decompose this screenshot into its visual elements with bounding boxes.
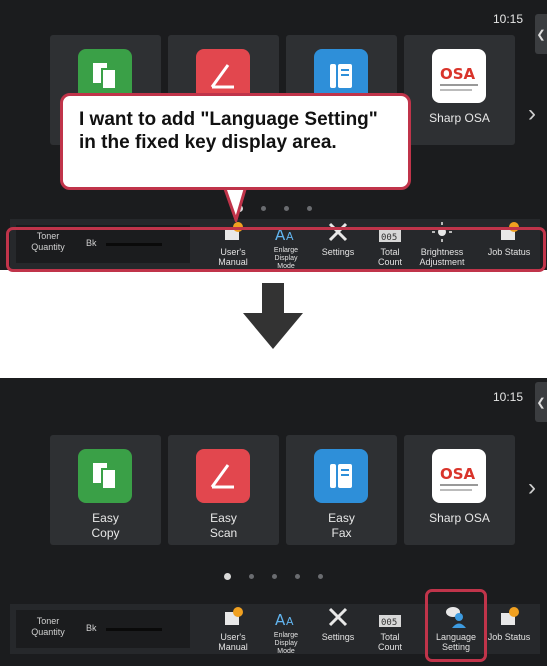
page-dot[interactable]	[260, 206, 266, 211]
tile-easy-copy[interactable]: Easy Copy	[50, 435, 161, 545]
key-label: Total Count	[377, 632, 403, 652]
page-dot[interactable]	[249, 574, 254, 579]
tile-label: Easy Scan	[209, 511, 238, 540]
total-count-key[interactable]: 005 Total Count	[365, 604, 415, 654]
toner-quantity: Toner Quantity Bk	[16, 610, 190, 648]
job-status-key[interactable]: Job Status	[484, 604, 534, 654]
enlarge-display-icon: AA	[261, 604, 311, 628]
fixed-key-area-highlight	[6, 227, 546, 272]
page-dot[interactable]	[318, 574, 323, 579]
tile-sharp-osa[interactable]: OSA Sharp OSA	[404, 35, 515, 145]
toner-level-bar	[106, 628, 162, 631]
callout-text: I want to add "Language Setting" in the …	[79, 109, 378, 153]
svg-text:OSA: OSA	[440, 65, 476, 83]
settings-icon	[313, 604, 363, 628]
svg-text:OSA: OSA	[440, 465, 476, 483]
fax-icon	[314, 449, 368, 503]
toner-color: Bk	[86, 623, 97, 633]
clock: 10:15	[492, 390, 523, 404]
svg-text:005: 005	[381, 618, 397, 628]
tile-easy-fax[interactable]: Easy Fax	[286, 435, 397, 545]
user-manual-key[interactable]: User's Manual	[208, 604, 258, 654]
page-dot[interactable]	[283, 206, 289, 211]
arrow-down-icon	[243, 283, 303, 349]
page-dots[interactable]	[0, 573, 547, 580]
clock: 10:15	[492, 12, 523, 26]
enlarge-display-key[interactable]: AA Enlarge Display Mode	[261, 604, 311, 655]
tile-sharp-osa[interactable]: OSA Sharp OSA	[404, 435, 515, 545]
key-label: Enlarge Display Mode	[273, 632, 299, 655]
key-label: Settings	[321, 632, 355, 642]
tile-label: Sharp OSA	[429, 111, 490, 125]
page-dot[interactable]	[224, 573, 231, 580]
chevron-right-icon[interactable]: ›	[528, 474, 536, 502]
tile-label: Sharp OSA	[429, 511, 490, 525]
osa-icon: OSA	[432, 449, 486, 503]
svg-text:A: A	[286, 615, 294, 628]
language-setting-highlight	[425, 589, 487, 662]
tile-label: Easy Fax	[328, 511, 355, 540]
counter-icon: 005	[365, 604, 415, 628]
chevron-right-icon[interactable]: ›	[528, 100, 536, 128]
tile-easy-scan[interactable]: Easy Scan	[168, 435, 279, 545]
osa-icon: OSA	[432, 49, 486, 103]
tile-label: Easy Copy	[91, 511, 120, 540]
page-dot[interactable]	[272, 574, 277, 579]
scan-icon	[196, 449, 250, 503]
key-label: User's Manual	[218, 632, 248, 652]
job-status-icon	[484, 604, 534, 628]
chevron-left-icon[interactable]: ❮	[535, 14, 547, 54]
key-label: Job Status	[487, 632, 531, 642]
page-dots[interactable]	[0, 205, 547, 212]
callout-pointer	[222, 186, 248, 222]
page-dot[interactable]	[295, 574, 300, 579]
chevron-left-icon[interactable]: ❮	[535, 382, 547, 422]
manual-icon	[208, 604, 258, 628]
page-dot[interactable]	[306, 206, 312, 211]
callout-box: I want to add "Language Setting" in the …	[60, 93, 411, 190]
svg-text:A: A	[275, 611, 286, 628]
settings-key[interactable]: Settings	[313, 604, 363, 654]
toner-label: Toner Quantity	[31, 616, 65, 637]
copy-icon	[78, 449, 132, 503]
